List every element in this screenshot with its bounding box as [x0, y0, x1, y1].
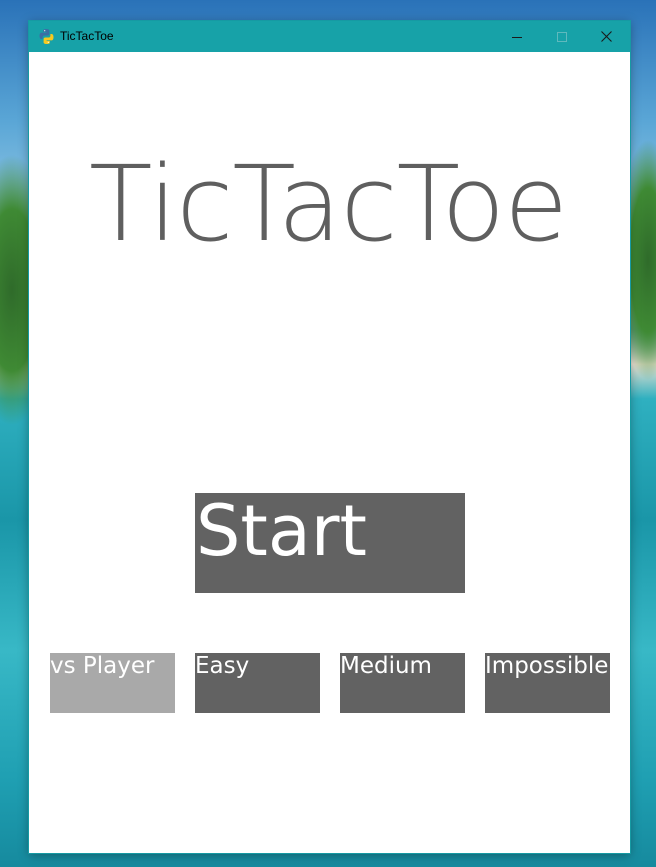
- app-window: TicTacToe TicTacToe Start vs Player Easy…: [29, 21, 630, 853]
- close-button[interactable]: [584, 21, 629, 52]
- mode-button-label: Impossible: [485, 653, 609, 679]
- mode-button-label: Easy: [195, 653, 250, 679]
- game-canvas: TicTacToe Start vs Player Easy Medium Im…: [29, 52, 630, 853]
- minimize-button[interactable]: [494, 21, 539, 52]
- mode-vs-player-button[interactable]: vs Player: [50, 653, 175, 713]
- close-icon: [601, 31, 612, 42]
- window-title: TicTacToe: [60, 29, 114, 43]
- python-icon: [39, 29, 54, 44]
- start-button[interactable]: Start: [195, 493, 465, 593]
- maximize-icon: [556, 31, 567, 42]
- mode-easy-button[interactable]: Easy: [195, 653, 320, 713]
- mode-medium-button[interactable]: Medium: [340, 653, 465, 713]
- maximize-button[interactable]: [539, 21, 584, 52]
- game-title: TicTacToe: [89, 143, 568, 265]
- mode-button-label: Medium: [340, 653, 432, 679]
- title-bar[interactable]: TicTacToe: [29, 21, 630, 52]
- start-button-label: Start: [196, 493, 368, 572]
- mode-button-label: vs Player: [50, 653, 155, 679]
- minimize-icon: [511, 36, 522, 38]
- mode-impossible-button[interactable]: Impossible: [485, 653, 610, 713]
